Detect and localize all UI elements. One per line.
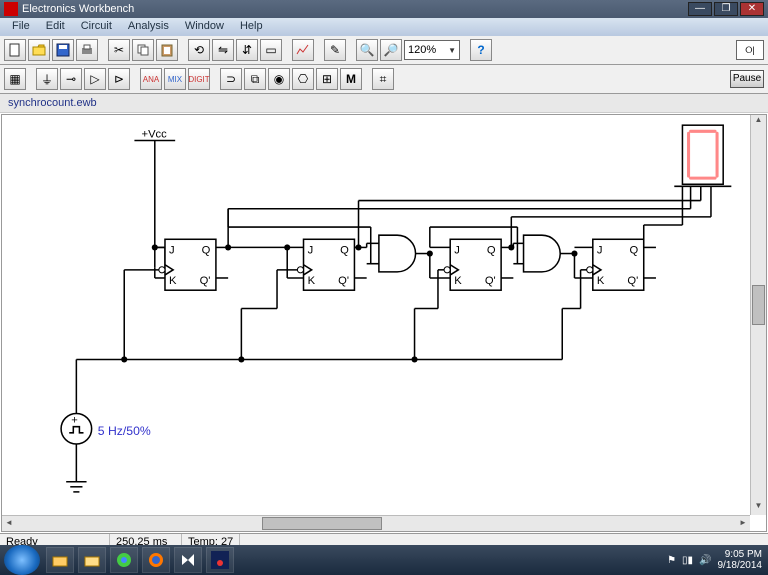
save-icon[interactable]: [52, 39, 74, 61]
menu-help[interactable]: Help: [232, 18, 271, 36]
svg-text:J: J: [169, 245, 175, 257]
svg-text:Q': Q': [200, 275, 211, 287]
and-gate-1: [367, 235, 430, 272]
menu-file[interactable]: File: [4, 18, 38, 36]
svg-text:K: K: [454, 275, 462, 287]
zoom-out-icon[interactable]: 🔍: [356, 39, 378, 61]
print-icon[interactable]: [76, 39, 98, 61]
rotate-icon[interactable]: ⟲: [188, 39, 210, 61]
svg-text:J: J: [597, 245, 603, 257]
jk-flipflop-2: J K Q Q': [241, 239, 366, 359]
analog-icon[interactable]: ANA: [140, 68, 162, 90]
svg-text:K: K: [597, 275, 605, 287]
cut-icon[interactable]: ✂: [108, 39, 130, 61]
indicators-icon[interactable]: ◉: [268, 68, 290, 90]
tray-time: 9:05 PM: [718, 549, 763, 560]
controls-icon[interactable]: ⎔: [292, 68, 314, 90]
svg-text:Q: Q: [487, 245, 496, 257]
close-button[interactable]: ✕: [740, 2, 764, 16]
taskbar: ⚑ ▯▮ 🔊 9:05 PM 9/18/2014: [0, 545, 768, 575]
scrollbar-vertical[interactable]: ▲▼: [750, 115, 766, 515]
menu-edit[interactable]: Edit: [38, 18, 73, 36]
graph-icon[interactable]: [292, 39, 314, 61]
instruments-icon[interactable]: M: [340, 68, 362, 90]
tray-clock[interactable]: 9:05 PM 9/18/2014: [718, 549, 763, 571]
menubar: File Edit Circuit Analysis Window Help: [0, 18, 768, 36]
mixed-icon[interactable]: MIX: [164, 68, 186, 90]
svg-text:+: +: [71, 415, 78, 427]
svg-text:J: J: [308, 245, 314, 257]
canvas[interactable]: +Vcc + 5 Hz/50% J K Q Q': [1, 114, 767, 532]
favorites-icon[interactable]: ▦: [4, 68, 26, 90]
start-button[interactable]: [4, 545, 40, 575]
basic-icon[interactable]: ⊸: [60, 68, 82, 90]
menu-window[interactable]: Window: [177, 18, 232, 36]
svg-text:K: K: [169, 275, 177, 287]
clock-label: 5 Hz/50%: [98, 424, 151, 438]
maximize-button[interactable]: ❐: [714, 2, 738, 16]
toolbar-parts: ▦ ⏚ ⊸ ▷ ⊳ ANA MIX DIGIT ⊃ ⧉ ◉ ⎔ ⊞ M ⌗ Pa…: [0, 65, 768, 94]
transistors-icon[interactable]: ⊳: [108, 68, 130, 90]
tray-volume-icon[interactable]: 🔊: [699, 555, 711, 566]
task-explorer[interactable]: [46, 547, 74, 573]
svg-text:Q': Q': [627, 275, 638, 287]
misc2-icon[interactable]: ⌗: [372, 68, 394, 90]
svg-text:Q: Q: [340, 245, 349, 257]
tray-date: 9/18/2014: [718, 560, 763, 571]
task-ewb[interactable]: [206, 547, 234, 573]
zoom-in-icon[interactable]: 🔎: [380, 39, 402, 61]
ff-icon[interactable]: ⧉: [244, 68, 266, 90]
properties-icon[interactable]: ✎: [324, 39, 346, 61]
file-tab[interactable]: synchrocount.ewb: [0, 94, 768, 113]
titlebar: Electronics Workbench — ❐ ✕: [0, 0, 768, 18]
pause-button[interactable]: Pause: [730, 70, 764, 88]
task-vs[interactable]: [174, 547, 202, 573]
svg-text:Q': Q': [338, 275, 349, 287]
zoom-value: 120%: [408, 44, 436, 56]
jk-flipflop-1: J K Q Q': [124, 239, 228, 359]
diodes-icon[interactable]: ▷: [84, 68, 106, 90]
svg-text:Q': Q': [485, 275, 496, 287]
task-chrome[interactable]: [110, 547, 138, 573]
app-icon: [4, 2, 18, 16]
system-tray[interactable]: ⚑ ▯▮ 🔊 9:05 PM 9/18/2014: [661, 549, 768, 571]
jk-flipflop-4: J K Q Q': [562, 239, 656, 359]
and-gate-2: [513, 235, 574, 272]
menu-circuit[interactable]: Circuit: [73, 18, 120, 36]
paste-icon[interactable]: [156, 39, 178, 61]
app-title: Electronics Workbench: [22, 3, 688, 15]
svg-text:J: J: [454, 245, 460, 257]
tray-network-icon[interactable]: ▯▮: [682, 555, 693, 566]
menu-analysis[interactable]: Analysis: [120, 18, 177, 36]
svg-text:Q: Q: [202, 245, 211, 257]
new-icon[interactable]: [4, 39, 26, 61]
scrollbar-horizontal[interactable]: ◄►: [2, 515, 750, 531]
flip-v-icon[interactable]: ⇵: [236, 39, 258, 61]
tray-flag-icon[interactable]: ⚑: [667, 555, 676, 566]
digital-icon[interactable]: DIGIT: [188, 68, 210, 90]
vcc-label: +Vcc: [142, 128, 168, 140]
task-firefox[interactable]: [142, 547, 170, 573]
help-icon[interactable]: ?: [470, 39, 492, 61]
gates-icon[interactable]: ⊃: [220, 68, 242, 90]
zoom-select[interactable]: 120%: [404, 40, 460, 60]
open-icon[interactable]: [28, 39, 50, 61]
misc-icon[interactable]: ⊞: [316, 68, 338, 90]
svg-text:K: K: [308, 275, 316, 287]
toolbar-main: ✂ ⟲ ⇋ ⇵ ▭ ✎ 🔍 🔎 120% ? ⭘|: [0, 36, 768, 65]
copy-icon[interactable]: [132, 39, 154, 61]
power-switch[interactable]: ⭘|: [736, 40, 764, 60]
minimize-button[interactable]: —: [688, 2, 712, 16]
task-files[interactable]: [78, 547, 106, 573]
sources-icon[interactable]: ⏚: [36, 68, 58, 90]
svg-text:Q: Q: [629, 245, 638, 257]
subcircuit-icon[interactable]: ▭: [260, 39, 282, 61]
flip-h-icon[interactable]: ⇋: [212, 39, 234, 61]
